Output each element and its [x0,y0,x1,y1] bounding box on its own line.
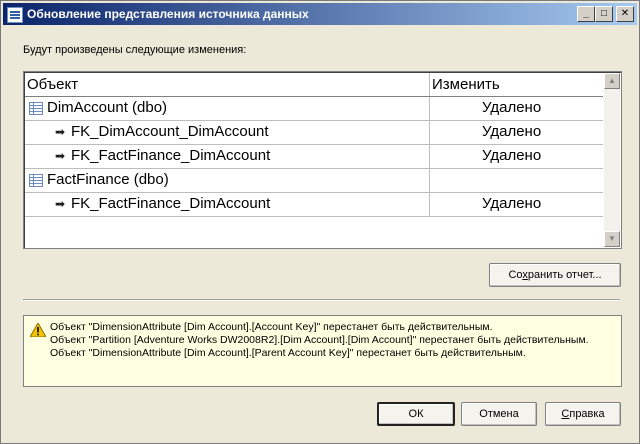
intro-label: Будут произведены следующие изменения: [23,44,247,56]
object-cell: FactFinance (dbo) [25,169,430,192]
table-row[interactable]: DimAccount (dbo) Удалено [25,97,603,121]
change-value: Удалено [482,195,542,212]
vertical-scrollbar[interactable]: ▲ ▼ [604,73,620,247]
change-cell: Удалено [430,145,603,168]
save-report-label-pre: Со [508,269,523,281]
warning-messages: Объект "DimensionAttribute [Dim Account]… [50,321,610,360]
maximize-button[interactable]: □ [595,6,613,22]
change-cell: Удалено [430,193,603,216]
relationship-arrow-icon: ➡ [55,149,66,163]
window-title: Обновление представления источника данны… [27,7,309,21]
warnings-panel: Объект "DimensionAttribute [Dim Account]… [23,315,622,387]
relationship-arrow-icon: ➡ [55,197,66,211]
object-name: DimAccount (dbo) [47,99,168,116]
change-cell: Удалено [430,121,603,144]
change-value: Удалено [482,123,542,140]
relationship-arrow-icon: ➡ [55,125,66,139]
warning-line: Объект "DimensionAttribute [Dim Account]… [50,347,526,359]
title-bar[interactable]: Обновление представления источника данны… [3,3,637,25]
dialog-window: Обновление представления источника данны… [0,0,640,444]
table-row[interactable]: ➡ FK_FactFinance_DimAccount Удалено [25,145,603,169]
change-value: Удалено [482,147,542,164]
table-icon [29,174,43,187]
object-name: FK_DimAccount_DimAccount [71,123,269,140]
object-name: FK_FactFinance_DimAccount [71,147,271,164]
object-cell: ➡ FK_FactFinance_DimAccount [25,145,430,168]
column-header-change[interactable]: Изменить [430,73,603,96]
scroll-down-icon[interactable]: ▼ [604,231,620,247]
object-name: FactFinance (dbo) [47,171,169,188]
table-row[interactable]: ➡ FK_FactFinance_DimAccount Удалено [25,193,603,217]
object-cell: ➡ FK_FactFinance_DimAccount [25,193,430,216]
table-row[interactable]: ➡ FK_DimAccount_DimAccount Удалено [25,121,603,145]
ok-button[interactable]: ОК [377,402,455,426]
divider [23,299,620,301]
changes-grid[interactable]: Объект Изменить DimAccount (dbo) Удалено… [23,71,622,249]
object-cell: DimAccount (dbo) [25,97,430,120]
grid-header-row: Объект Изменить [25,73,603,97]
column-header-object[interactable]: Объект [25,73,430,96]
change-cell: Удалено [430,97,603,120]
help-button[interactable]: Справка [545,402,621,426]
change-value: Удалено [482,99,542,116]
close-button[interactable]: ✕ [616,6,634,22]
save-report-button[interactable]: Сохранить отчет... [489,263,621,287]
table-icon [29,102,43,115]
object-name: FK_FactFinance_DimAccount [71,195,271,212]
warning-line: Объект "DimensionAttribute [Dim Account]… [50,321,493,333]
save-report-label-post: ранить отчет... [527,269,602,281]
minimize-button[interactable]: _ [577,6,595,22]
changes-table: Объект Изменить DimAccount (dbo) Удалено… [25,73,603,217]
cancel-button[interactable]: Отмена [461,402,537,426]
scroll-up-icon[interactable]: ▲ [604,73,620,89]
warning-icon [30,323,46,337]
object-cell: ➡ FK_DimAccount_DimAccount [25,121,430,144]
warning-line: Объект "Partition [Adventure Works DW200… [50,334,589,346]
change-cell [430,169,603,192]
help-label-post: правка [569,408,605,420]
table-app-icon [7,7,23,23]
table-row[interactable]: FactFinance (dbo) [25,169,603,193]
